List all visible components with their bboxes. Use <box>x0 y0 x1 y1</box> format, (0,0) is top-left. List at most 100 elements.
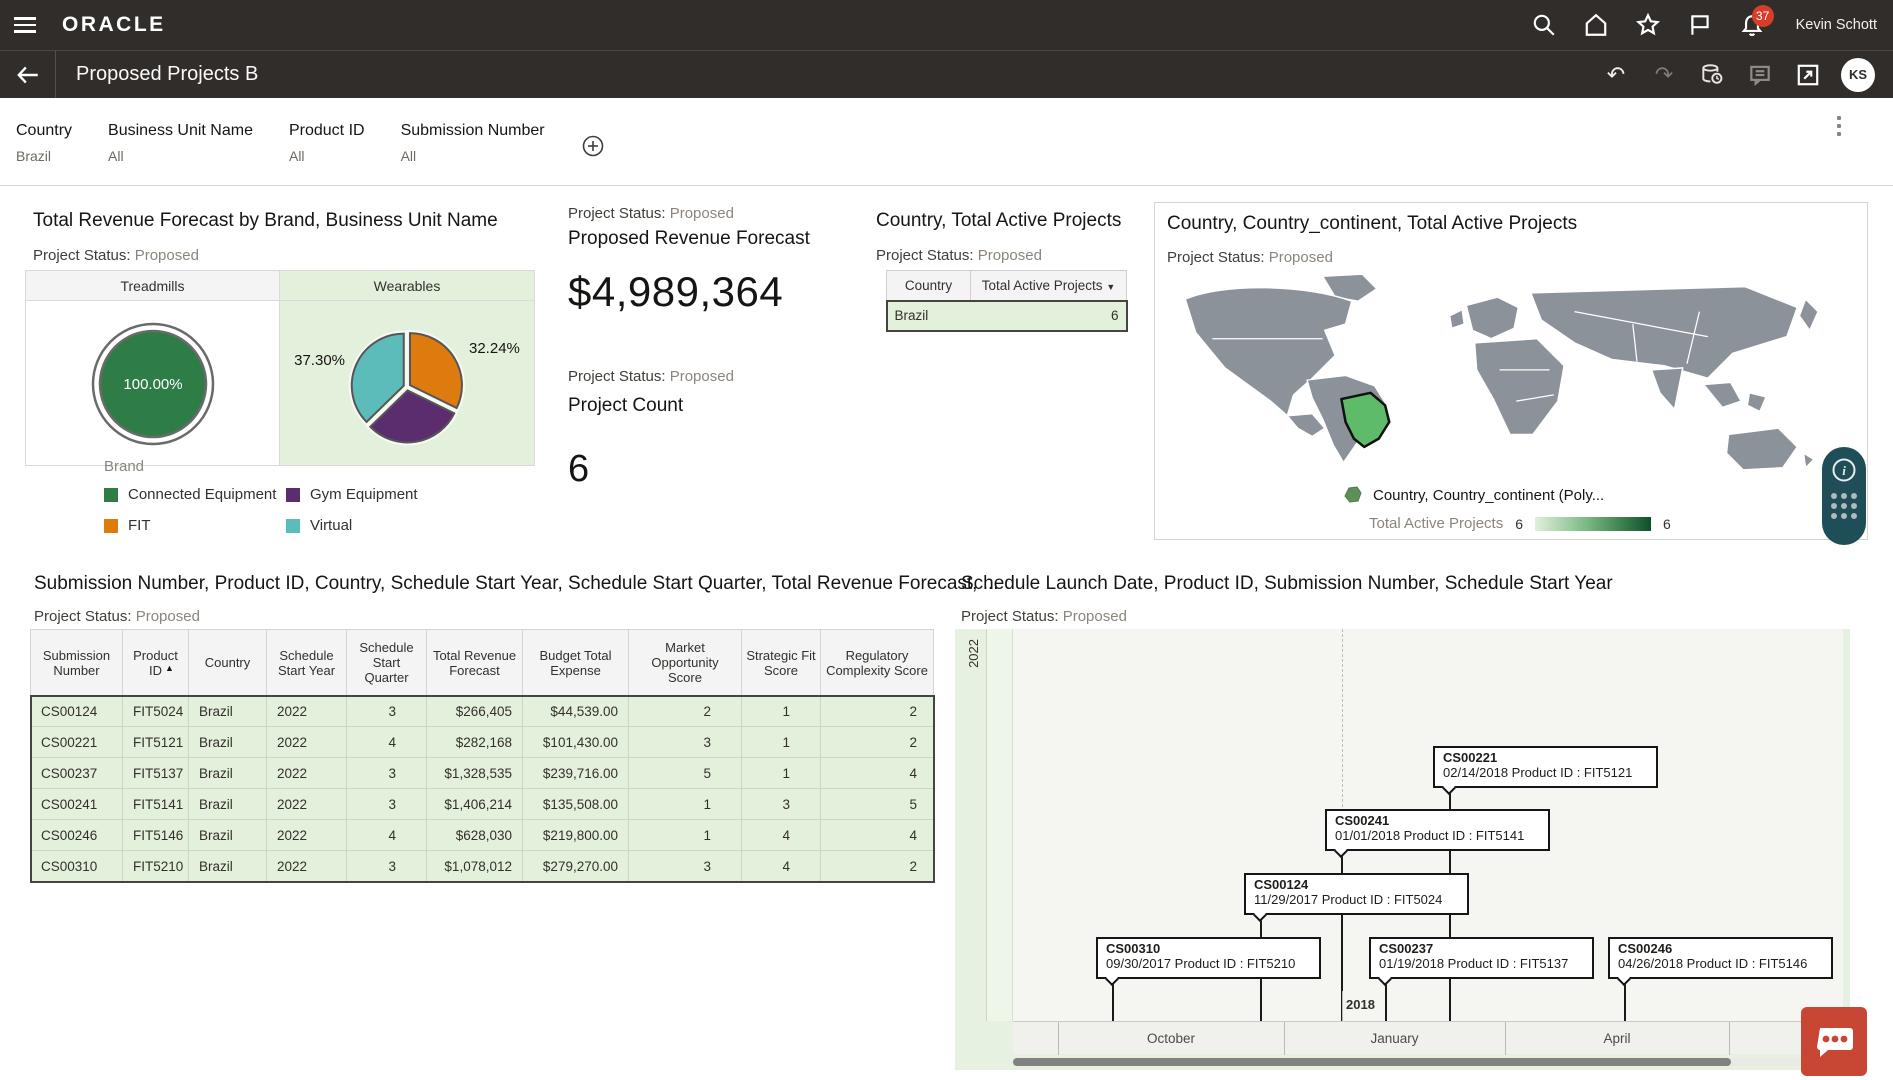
cell[interactable]: 1 <box>742 727 821 758</box>
user-avatar[interactable]: KS <box>1841 58 1875 92</box>
canvas-menu-kebab-icon[interactable] <box>1837 116 1841 136</box>
cell[interactable]: FIT5121 <box>123 727 189 758</box>
col-header-submission-number[interactable]: Submission Number <box>31 630 123 696</box>
cell[interactable]: 2 <box>629 696 742 727</box>
filter-business-unit[interactable]: Business Unit Name All <box>108 122 253 164</box>
cell[interactable]: 1 <box>629 820 742 851</box>
timeline-event-cs00246[interactable]: CS0024604/26/2018 Product ID : FIT5146 <box>1608 937 1833 979</box>
cell[interactable]: FIT5024 <box>123 696 189 727</box>
favorites-star-icon[interactable] <box>1626 3 1670 47</box>
add-filter-icon[interactable] <box>581 134 605 163</box>
legend-item-virtual[interactable]: Virtual <box>286 517 418 534</box>
hamburger-menu-icon[interactable] <box>0 0 50 50</box>
cell[interactable]: $239,716.00 <box>523 758 629 789</box>
export-icon[interactable] <box>1787 54 1829 96</box>
cell[interactable]: CS00237 <box>31 758 123 789</box>
cell[interactable]: 4 <box>821 758 934 789</box>
cell[interactable]: 2022 <box>267 727 347 758</box>
cell[interactable]: Brazil <box>189 820 267 851</box>
cell[interactable]: CS00124 <box>31 696 123 727</box>
cell[interactable]: 3 <box>347 851 427 882</box>
redo-icon[interactable]: ↷ <box>1643 54 1685 96</box>
col-header-regulatory-complexity-score[interactable]: Regulatory Complexity Score <box>821 630 934 696</box>
info-icon[interactable]: i <box>1831 457 1857 483</box>
cell[interactable]: 2022 <box>267 696 347 727</box>
country-table-row-brazil[interactable]: Brazil 6 <box>887 301 1127 331</box>
cell[interactable]: CS00310 <box>31 851 123 882</box>
facet-header-wearables[interactable]: Wearables <box>280 271 534 301</box>
legend-item-gym-equipment[interactable]: Gym Equipment <box>286 486 418 503</box>
cell[interactable]: Brazil <box>189 696 267 727</box>
announcements-flag-icon[interactable] <box>1678 3 1722 47</box>
filter-product-id[interactable]: Product ID All <box>289 122 365 164</box>
timeline-event-cs00241[interactable]: CS0024101/01/2018 Product ID : FIT5141 <box>1325 809 1550 851</box>
timeline-scrollbar-thumb[interactable] <box>1013 1058 1731 1066</box>
world-map[interactable] <box>1165 270 1855 474</box>
cell[interactable]: CS00241 <box>31 789 123 820</box>
cell-total[interactable]: 6 <box>971 301 1127 331</box>
refresh-data-icon[interactable] <box>1691 54 1733 96</box>
col-header-budget-total-expense[interactable]: Budget Total Expense <box>523 630 629 696</box>
cell[interactable]: Brazil <box>189 789 267 820</box>
cell[interactable]: 1 <box>742 758 821 789</box>
cell[interactable]: $219,800.00 <box>523 820 629 851</box>
cell[interactable]: 3 <box>742 789 821 820</box>
cell[interactable]: $279,270.00 <box>523 851 629 882</box>
facet-header-treadmills[interactable]: Treadmills <box>26 271 280 301</box>
cell[interactable]: CS00246 <box>31 820 123 851</box>
cell[interactable]: 3 <box>347 789 427 820</box>
cell[interactable]: FIT5146 <box>123 820 189 851</box>
cell[interactable]: 3 <box>629 851 742 882</box>
cell[interactable]: 2 <box>821 696 934 727</box>
col-header-total-revenue-forecast[interactable]: Total Revenue Forecast <box>427 630 523 696</box>
search-icon[interactable] <box>1522 3 1566 47</box>
cell[interactable]: FIT5210 <box>123 851 189 882</box>
home-icon[interactable] <box>1574 3 1618 47</box>
col-header-total-active-projects[interactable]: Total Active Projects ▼ <box>971 271 1127 301</box>
cell[interactable]: 4 <box>821 820 934 851</box>
cell[interactable]: $101,430.00 <box>523 727 629 758</box>
cell[interactable]: 2 <box>821 851 934 882</box>
cell[interactable]: CS00221 <box>31 727 123 758</box>
table-row-cs00124[interactable]: CS00124FIT5024Brazil20223$266,405$44,539… <box>31 696 934 727</box>
timeline-panel[interactable]: 2022 CS0022102/14/2018 Product ID : FIT5… <box>955 629 1850 1070</box>
cell[interactable]: 3 <box>629 727 742 758</box>
undo-icon[interactable]: ↶ <box>1595 54 1637 96</box>
col-header-strategic-fit-score[interactable]: Strategic Fit Score <box>742 630 821 696</box>
table-row-cs00237[interactable]: CS00237FIT5137Brazil20223$1,328,535$239,… <box>31 758 934 789</box>
cell[interactable]: 5 <box>629 758 742 789</box>
col-header-market-opportunity-score[interactable]: Market Opportunity Score <box>629 630 742 696</box>
col-header-schedule-start-quarter[interactable]: Schedule Start Quarter <box>347 630 427 696</box>
col-header-country[interactable]: Country <box>887 271 971 301</box>
timeline-event-cs00221[interactable]: CS0022102/14/2018 Product ID : FIT5121 <box>1433 746 1658 788</box>
cell[interactable]: $282,168 <box>427 727 523 758</box>
cell[interactable]: $628,030 <box>427 820 523 851</box>
filter-country[interactable]: Country Brazil <box>16 122 72 164</box>
kpi-revenue-value[interactable]: $4,989,364 <box>568 268 783 316</box>
notifications-bell-icon[interactable]: 37 <box>1730 3 1774 47</box>
comments-icon[interactable] <box>1739 54 1781 96</box>
cell[interactable]: 4 <box>742 851 821 882</box>
cell[interactable]: 1 <box>629 789 742 820</box>
cell[interactable]: 4 <box>742 820 821 851</box>
cell[interactable]: Brazil <box>189 727 267 758</box>
cell[interactable]: Brazil <box>189 758 267 789</box>
timeline-scrollbar-track[interactable] <box>1013 1058 1843 1066</box>
grid-dots-icon[interactable] <box>1831 493 1857 519</box>
cell[interactable]: $1,406,214 <box>427 789 523 820</box>
cell[interactable]: 2 <box>821 727 934 758</box>
cell[interactable]: 2022 <box>267 758 347 789</box>
col-header-schedule-start-year[interactable]: Schedule Start Year <box>267 630 347 696</box>
chat-assistant-button[interactable] <box>1801 1007 1867 1076</box>
timeline-event-cs00310[interactable]: CS0031009/30/2017 Product ID : FIT5210 <box>1096 937 1321 979</box>
cell[interactable]: FIT5137 <box>123 758 189 789</box>
cell-country[interactable]: Brazil <box>887 301 971 331</box>
back-arrow-icon[interactable] <box>0 51 56 99</box>
cell[interactable]: FIT5141 <box>123 789 189 820</box>
timeline-event-cs00124[interactable]: CS0012411/29/2017 Product ID : FIT5024 <box>1244 873 1469 915</box>
side-toolbar-pill[interactable]: i <box>1822 447 1866 545</box>
col-header-country[interactable]: Country <box>189 630 267 696</box>
cell[interactable]: $266,405 <box>427 696 523 727</box>
cell[interactable]: 4 <box>347 820 427 851</box>
table-row-cs00246[interactable]: CS00246FIT5146Brazil20224$628,030$219,80… <box>31 820 934 851</box>
